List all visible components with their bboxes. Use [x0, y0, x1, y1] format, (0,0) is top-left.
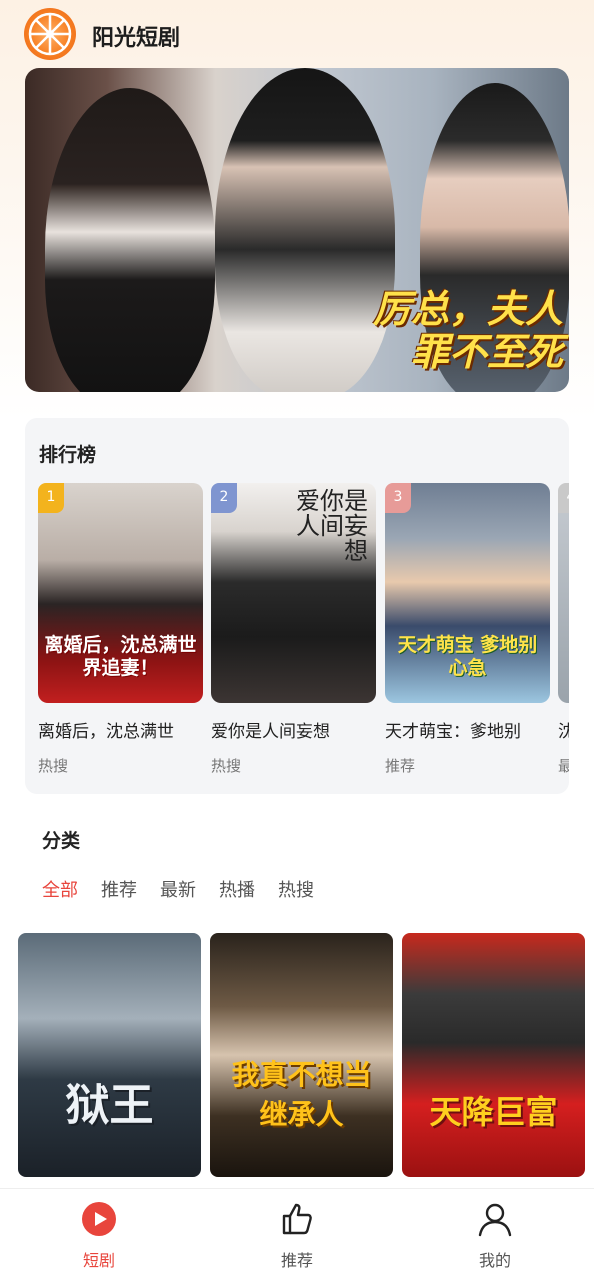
- app-header: 阳光短剧: [0, 0, 594, 68]
- ranking-item-tag: 推荐: [385, 757, 416, 775]
- poster-title-art: 爱你是人间妄想: [296, 487, 368, 566]
- poster-title-art: 天才萌宝 爹地别心急: [397, 633, 538, 680]
- ranking-item-name: 沈: [558, 722, 569, 742]
- tab-label: 推荐: [280, 1251, 313, 1270]
- ranking-poster[interactable]: 天才萌宝 爹地别心急: [385, 483, 550, 703]
- tab-label: 我的: [478, 1251, 511, 1270]
- featured-banner[interactable]: 厉总，夫人罪不至死: [25, 68, 569, 392]
- ranking-item[interactable]: 天才萌宝 爹地别心急 3 天才萌宝：爹地别 推荐: [385, 483, 550, 783]
- ranking-poster[interactable]: 离婚后，沈总满世界追妻！: [38, 483, 203, 703]
- rank-badge: 2: [211, 483, 237, 513]
- ranking-item-tag: 最: [558, 757, 569, 775]
- user-icon: [477, 1201, 513, 1237]
- tab-label: 短剧: [82, 1251, 115, 1270]
- app-title: 阳光短剧: [92, 26, 181, 51]
- ranking-poster[interactable]: 爱你是人间妄想: [211, 483, 376, 703]
- drama-card-title-art: 天降巨富: [429, 1093, 558, 1131]
- tab-recommend[interactable]: 推荐: [198, 1189, 396, 1280]
- play-icon: [81, 1201, 117, 1237]
- rank-badge: 1: [38, 483, 64, 513]
- rank-badge: 4: [558, 483, 569, 513]
- bottom-tab-bar: 短剧 推荐 我的: [0, 1188, 594, 1280]
- category-tab-hot-search[interactable]: 热搜: [278, 876, 314, 902]
- category-title: 分类: [42, 830, 81, 852]
- category-tabs: 全部 推荐 最新 热播 热搜: [42, 876, 314, 902]
- rank-badge: 3: [385, 483, 411, 513]
- banner-figure-man: [45, 88, 215, 392]
- banner-title-art: 厉总，夫人罪不至死: [372, 285, 563, 375]
- ranking-section: 排行榜 离婚后，沈总满世界追妻！ 1 离婚后，沈总满世 热搜 爱你是人间妄想 2…: [25, 418, 569, 794]
- ranking-list[interactable]: 离婚后，沈总满世界追妻！ 1 离婚后，沈总满世 热搜 爱你是人间妄想 2 爱你是…: [38, 483, 569, 783]
- ranking-poster[interactable]: [558, 483, 569, 703]
- tab-short-drama[interactable]: 短剧: [0, 1189, 198, 1280]
- drama-card-title-art: 我真不想当继承人: [231, 1058, 372, 1131]
- category-tab-all[interactable]: 全部: [42, 876, 78, 902]
- tab-mine[interactable]: 我的: [396, 1189, 594, 1280]
- ranking-item-tag: 热搜: [38, 757, 69, 775]
- category-tab-recommended[interactable]: 推荐: [101, 876, 137, 902]
- category-tab-latest[interactable]: 最新: [160, 876, 196, 902]
- thumbs-up-icon: [279, 1201, 315, 1237]
- ranking-item-name: 天才萌宝：爹地别: [385, 722, 521, 742]
- category-tab-trending[interactable]: 热播: [219, 876, 255, 902]
- ranking-title: 排行榜: [39, 444, 97, 466]
- poster-title-art: 离婚后，沈总满世界追妻！: [44, 633, 197, 680]
- ranking-item[interactable]: 4 沈 最: [558, 483, 569, 783]
- drama-card[interactable]: 我真不想当继承人: [210, 933, 393, 1177]
- drama-card-title-art: 狱王: [65, 1080, 154, 1131]
- ranking-item-name: 离婚后，沈总满世: [38, 722, 174, 742]
- drama-card[interactable]: 狱王: [18, 933, 201, 1177]
- ranking-item-name: 爱你是人间妄想: [211, 722, 330, 742]
- ranking-item[interactable]: 爱你是人间妄想 2 爱你是人间妄想 热搜: [211, 483, 376, 783]
- ranking-item[interactable]: 离婚后，沈总满世界追妻！ 1 离婚后，沈总满世 热搜: [38, 483, 203, 783]
- app-logo-icon: [24, 8, 76, 60]
- ranking-item-tag: 热搜: [211, 757, 242, 775]
- drama-card[interactable]: 天降巨富: [402, 933, 585, 1177]
